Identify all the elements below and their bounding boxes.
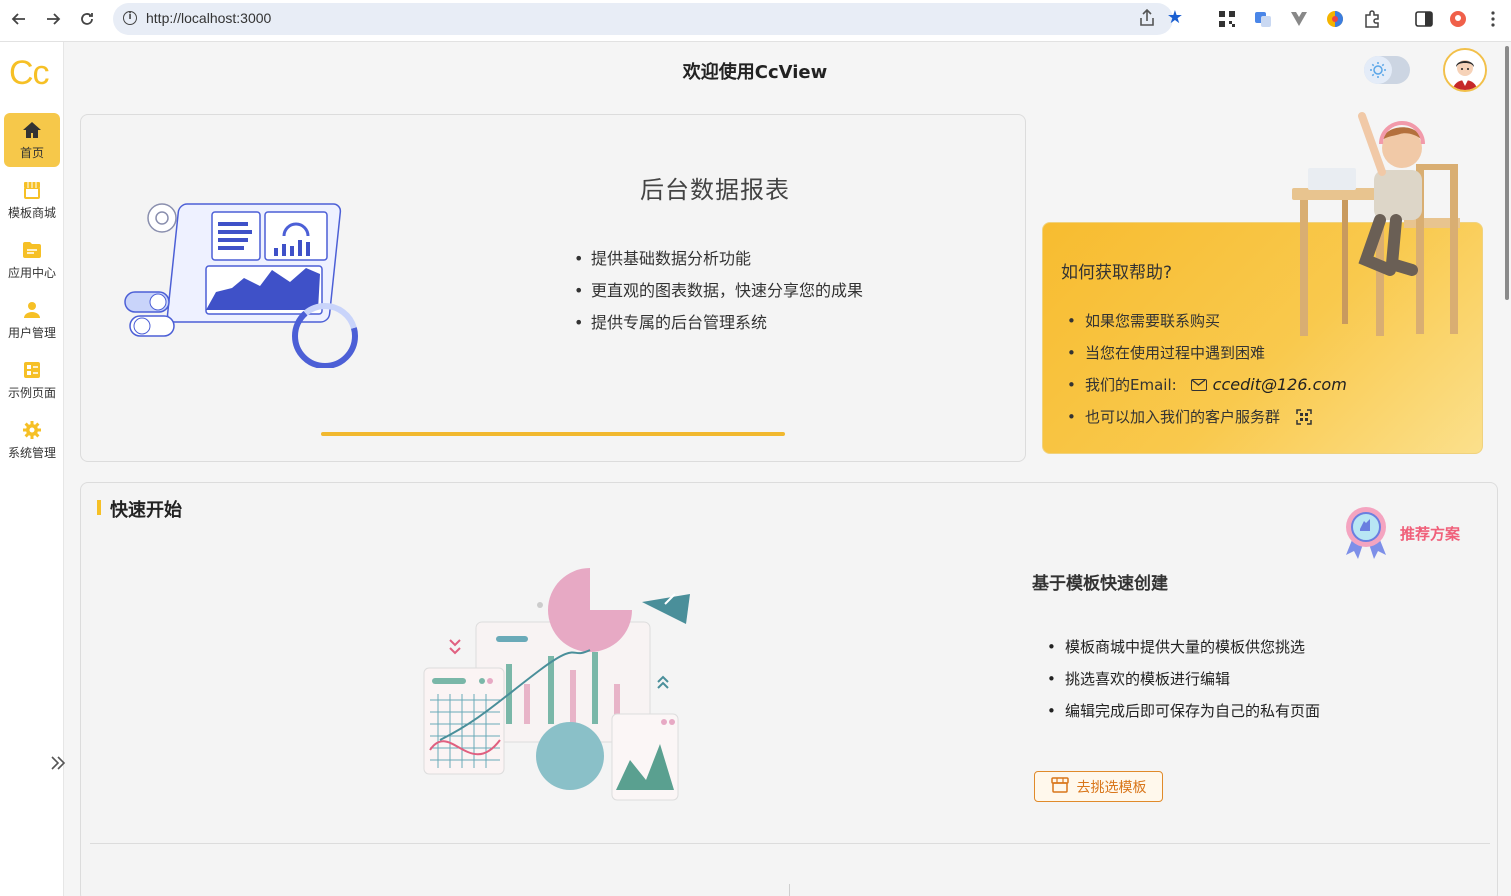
translate-extension-icon[interactable] bbox=[1254, 10, 1272, 28]
reload-icon[interactable] bbox=[76, 8, 98, 30]
divider bbox=[789, 884, 790, 896]
list-item: 编辑完成后即可保存为自己的私有页面 bbox=[1047, 698, 1320, 730]
sidebar: Cc 首页 模板商城 应用中心 用户管理 示例页面 系统管理 bbox=[0, 42, 66, 896]
sidebar-item-home[interactable]: 首页 bbox=[4, 113, 60, 167]
accent-bar bbox=[321, 432, 785, 436]
button-label: 去挑选模板 bbox=[1076, 779, 1147, 796]
double-chevron-right-icon[interactable] bbox=[50, 754, 66, 775]
sun-icon bbox=[1364, 56, 1392, 84]
bookmark-star-icon[interactable]: ★ bbox=[1167, 7, 1183, 28]
section-title: 快速开始 bbox=[110, 500, 182, 521]
folder-icon bbox=[22, 240, 42, 260]
list-item: 挑选喜欢的模板进行编辑 bbox=[1047, 666, 1320, 698]
quick-heading: 基于模板快速创建 bbox=[1032, 574, 1168, 594]
store-icon bbox=[22, 180, 42, 200]
url-text[interactable]: http://localhost:3000 bbox=[146, 10, 271, 26]
sidebar-item-system-management[interactable]: 系统管理 bbox=[4, 413, 60, 467]
dashboard-illustration bbox=[120, 196, 365, 369]
list-item: 也可以加入我们的客户服务群 bbox=[1067, 404, 1347, 436]
sidebar-item-label: 示例页面 bbox=[7, 385, 56, 400]
sidebar-item-example-pages[interactable]: 示例页面 bbox=[4, 353, 60, 407]
browser-toolbar: i http://localhost:3000 ★ bbox=[0, 0, 1511, 42]
user-icon bbox=[22, 300, 42, 320]
address-bar[interactable]: i http://localhost:3000 ★ bbox=[113, 3, 1183, 35]
list-item: 提供专属的后台管理系统 bbox=[574, 310, 863, 342]
boy-at-desk-illustration bbox=[1284, 108, 1468, 340]
extensions-puzzle-icon[interactable] bbox=[1363, 10, 1381, 28]
qr-code-icon[interactable] bbox=[1296, 407, 1312, 425]
email-label: 我们的Email: bbox=[1085, 376, 1177, 394]
color-extension-icon[interactable] bbox=[1326, 10, 1344, 28]
list-icon bbox=[22, 360, 42, 380]
list-item: 当您在使用过程中遇到困难 bbox=[1067, 340, 1347, 372]
list-item-email: 我们的Email: ccedit@126.com bbox=[1067, 372, 1347, 404]
home-icon bbox=[22, 120, 42, 140]
share-icon[interactable] bbox=[1139, 8, 1155, 31]
sidebar-item-label: 模板商城 bbox=[7, 205, 56, 220]
recommend-label: 推荐方案 bbox=[1400, 525, 1461, 543]
sidebar-item-template-store[interactable]: 模板商城 bbox=[4, 173, 60, 227]
list-item: 更直观的图表数据，快速分享您的成果 bbox=[574, 278, 863, 310]
help-list: 如果您需要联系购买 当您在使用过程中遇到困难 我们的Email: ccedit@1… bbox=[1067, 308, 1347, 436]
logo[interactable]: Cc bbox=[9, 54, 50, 93]
analytics-illustration bbox=[420, 560, 695, 805]
divider bbox=[90, 843, 1490, 844]
profile-icon[interactable] bbox=[1449, 10, 1467, 28]
choose-template-button[interactable]: 去挑选模板 bbox=[1034, 771, 1163, 802]
report-title: 后台数据报表 bbox=[640, 176, 790, 204]
back-icon[interactable] bbox=[8, 8, 30, 30]
sidebar-item-user-management[interactable]: 用户管理 bbox=[4, 293, 60, 347]
quick-start-list: 模板商城中提供大量的模板供您挑选 挑选喜欢的模板进行编辑 编辑完成后即可保存为自… bbox=[1047, 634, 1320, 730]
forward-icon[interactable] bbox=[42, 8, 64, 30]
section-accent bbox=[97, 500, 101, 515]
help-title: 如何获取帮助? bbox=[1061, 263, 1173, 283]
award-ribbon-icon bbox=[1340, 505, 1392, 559]
list-item: 提供基础数据分析功能 bbox=[574, 246, 863, 278]
email-link[interactable]: ccedit@126.com bbox=[1213, 375, 1347, 394]
list-item: 模板商城中提供大量的模板供您挑选 bbox=[1047, 634, 1320, 666]
sidebar-item-app-center[interactable]: 应用中心 bbox=[4, 233, 60, 287]
list-item: 如果您需要联系购买 bbox=[1067, 308, 1347, 340]
theme-toggle[interactable] bbox=[1364, 56, 1410, 84]
report-feature-list: 提供基础数据分析功能 更直观的图表数据，快速分享您的成果 提供专属的后台管理系统 bbox=[574, 246, 863, 342]
store-icon bbox=[1050, 776, 1069, 797]
gear-icon bbox=[22, 420, 42, 440]
sidebar-item-label: 系统管理 bbox=[7, 445, 56, 460]
sidebar-item-label: 首页 bbox=[19, 145, 44, 160]
browser-menu-icon[interactable] bbox=[1484, 10, 1502, 28]
sidebar-item-label: 用户管理 bbox=[7, 325, 56, 340]
side-panel-icon[interactable] bbox=[1415, 10, 1433, 28]
qr-extension-icon[interactable] bbox=[1218, 10, 1236, 28]
avatar[interactable] bbox=[1443, 48, 1487, 92]
page-title: 欢迎使用CcView bbox=[682, 62, 828, 83]
vue-extension-icon[interactable] bbox=[1290, 10, 1308, 28]
site-info-icon[interactable]: i bbox=[123, 11, 137, 25]
sidebar-item-label: 应用中心 bbox=[7, 265, 56, 280]
scrollbar[interactable] bbox=[1505, 46, 1509, 300]
mail-icon bbox=[1190, 379, 1207, 391]
